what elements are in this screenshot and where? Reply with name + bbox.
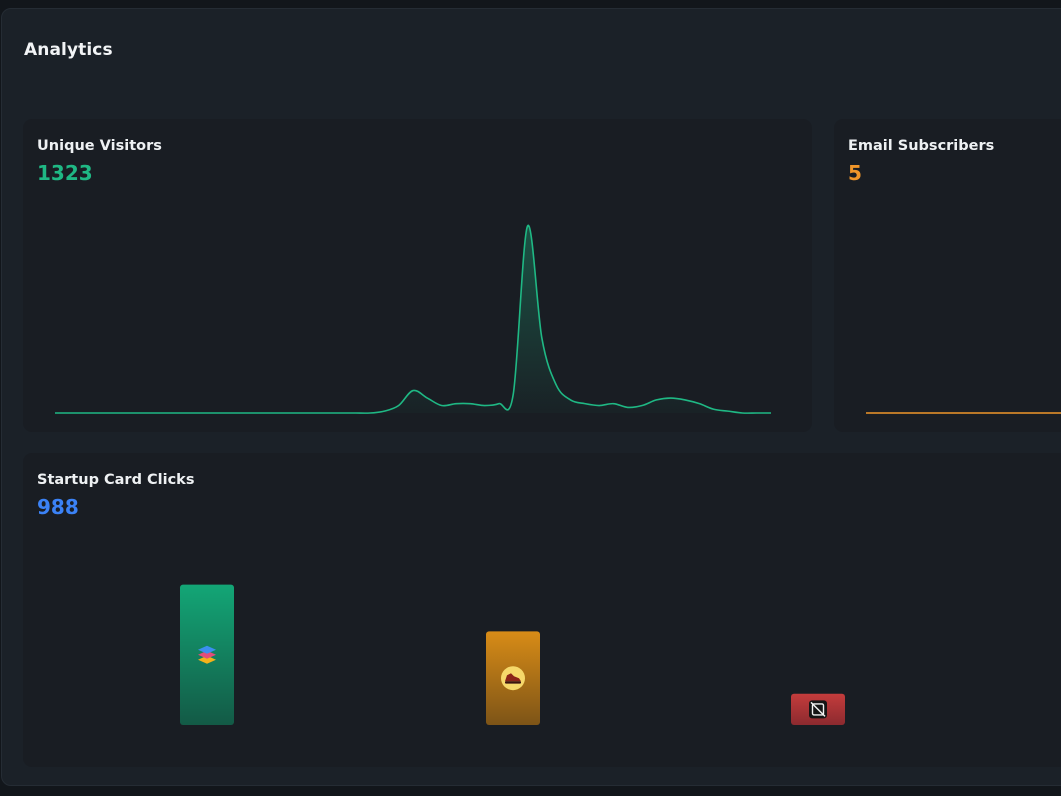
unique-visitors-chart[interactable] (23, 119, 812, 432)
unique-visitors-line (54, 224, 771, 414)
image-off-icon (809, 700, 827, 719)
email-subscribers-card: Email Subscribers 5 (834, 119, 1061, 432)
email-subscribers-chart[interactable] (834, 119, 1061, 432)
sneaker-icon (501, 666, 525, 691)
unique-visitors-area (55, 225, 771, 414)
startup-card-clicks-chart[interactable] (23, 453, 1061, 767)
startup-card-clicks-card: Startup Card Clicks 988 (23, 453, 1061, 767)
unique-visitors-card: Unique Visitors 1323 (23, 119, 812, 432)
page-title: Analytics (24, 40, 113, 60)
